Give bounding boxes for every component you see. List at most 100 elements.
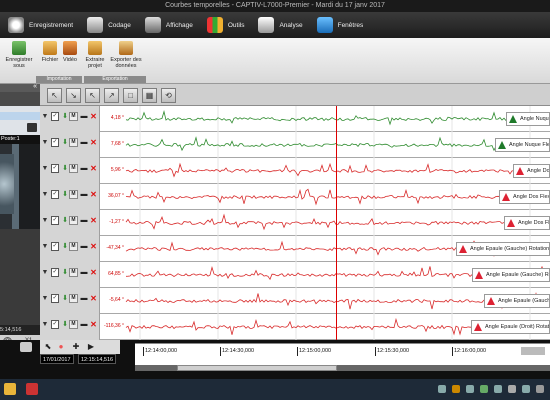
track-download-icon[interactable]: ⬇ xyxy=(61,216,69,225)
add-marker-icon[interactable]: ✚ xyxy=(71,342,81,352)
menu-analyse[interactable]: Analyse xyxy=(250,12,308,38)
collapse-panel-button[interactable]: « xyxy=(33,83,37,90)
track-expand-icon[interactable]: ▼ xyxy=(41,190,49,199)
track-minimize-icon[interactable]: ▬ xyxy=(80,112,88,121)
track-row[interactable]: ▼✓⬇M▬✕ 7,68 ° Angle Nuque Flexion xyxy=(40,132,550,158)
track-checkbox[interactable]: ✓ xyxy=(51,190,59,199)
menu-codage[interactable]: Codage xyxy=(79,12,137,38)
track-checkbox[interactable]: ✓ xyxy=(51,268,59,277)
track-minimize-icon[interactable]: ▬ xyxy=(80,294,88,303)
track-label[interactable]: Angle Epaule (Droit) Rotation xyxy=(471,320,550,334)
track-download-icon[interactable]: ⬇ xyxy=(61,242,69,251)
track-expand-icon[interactable]: ▼ xyxy=(41,320,49,329)
frame-tool-icon[interactable]: □ xyxy=(123,88,138,103)
tray-icon[interactable] xyxy=(466,385,474,393)
refresh-tool-icon[interactable]: ⟲ xyxy=(161,88,176,103)
track-checkbox[interactable]: ✓ xyxy=(51,216,59,225)
track-expand-icon[interactable]: ▼ xyxy=(41,268,49,277)
track-menu-button[interactable]: M xyxy=(69,268,78,277)
track-row[interactable]: ▼ ✓ ⬇ M ▬ ✕ -116,36 ° Angle Epaule (Droit) Rota… xyxy=(40,314,550,340)
track-remove-icon[interactable]: ✕ xyxy=(89,164,98,173)
track-row[interactable]: ▼✓⬇M▬✕ -5,64 ° Angle Epaule (Gauche) Abduc… xyxy=(40,288,550,314)
track-expand-icon[interactable]: ▼ xyxy=(41,242,49,251)
track-download-icon[interactable]: ⬇ xyxy=(61,268,69,277)
arrow-tool-3-icon[interactable]: ↖ xyxy=(85,88,100,103)
track-row[interactable]: ▼✓⬇M▬✕ 36,07 ° Angle Dos Flexion xyxy=(40,184,550,210)
tray-icon[interactable] xyxy=(452,385,460,393)
track-menu-button[interactable]: M xyxy=(69,294,78,303)
track-download-icon[interactable]: ⬇ xyxy=(61,190,69,199)
track-row[interactable]: ▼✓⬇M▬✕ 64,85 ° Angle Epaule (Gauche) Rotat… xyxy=(40,262,550,288)
track-row[interactable]: ▼✓⬇M▬✕ 5,96 ° Angle Dos Flexion xyxy=(40,158,550,184)
track-menu-button[interactable]: M xyxy=(69,320,78,329)
track-minimize-icon[interactable]: ▬ xyxy=(80,138,88,147)
folder-icon[interactable] xyxy=(4,383,16,395)
menu-fenetres[interactable]: Fenêtres xyxy=(309,12,370,38)
track-label[interactable]: Angle Dos Flexion xyxy=(499,190,550,204)
track-remove-icon[interactable]: ✕ xyxy=(89,112,98,121)
track-expand-icon[interactable]: ▼ xyxy=(41,138,49,147)
app-icon[interactable] xyxy=(26,383,38,395)
track-menu-button[interactable]: M xyxy=(69,190,78,199)
track-remove-icon[interactable]: ✕ xyxy=(89,190,98,199)
tray-icon[interactable] xyxy=(494,385,502,393)
track-checkbox[interactable]: ✓ xyxy=(51,138,59,147)
export-data-button[interactable]: Exporter des données xyxy=(108,41,144,69)
track-download-icon[interactable]: ⬇ xyxy=(61,294,69,303)
track-remove-icon[interactable]: ✕ xyxy=(89,138,98,147)
track-remove-icon[interactable]: ✕ xyxy=(89,294,98,303)
tray-icon[interactable] xyxy=(522,385,530,393)
track-remove-icon[interactable]: ✕ xyxy=(89,320,98,329)
track-minimize-icon[interactable]: ▬ xyxy=(80,320,88,329)
track-label[interactable]: Angle Epaule (Gauche) Rotation xyxy=(472,268,550,282)
arrow-tool-icon[interactable]: ↖ xyxy=(47,88,62,103)
track-expand-icon[interactable]: ▼ xyxy=(41,164,49,173)
play-icon[interactable]: ▶ xyxy=(86,342,96,352)
extract-project-button[interactable]: Extraire projet xyxy=(82,41,108,69)
time-axis[interactable]: 12:14:00,000 12:14:30,000 12:15:00,000 1… xyxy=(135,343,550,365)
tray-icon[interactable] xyxy=(438,385,446,393)
track-checkbox[interactable]: ✓ xyxy=(51,320,59,329)
track-label[interactable]: Angle Epaule (Gauche) Rotation xyxy=(456,242,550,256)
track-remove-icon[interactable]: ✕ xyxy=(89,242,98,251)
cursor-tool-icon[interactable]: ⬉ xyxy=(43,342,53,352)
track-row[interactable]: ▼✓⬇M▬✕ -1,27 ° Angle Dos Flexion xyxy=(40,210,550,236)
track-remove-icon[interactable]: ✕ xyxy=(89,268,98,277)
track-checkbox[interactable]: ✓ xyxy=(51,294,59,303)
track-download-icon[interactable]: ⬇ xyxy=(61,112,69,121)
track-label[interactable]: Angle Nuque Flexion xyxy=(506,112,550,126)
track-label[interactable]: Angle Epaule (Gauche) Abduction xyxy=(484,294,550,308)
track-row[interactable]: ▼ ✓ ⬇ M ▬ ✕ -47,34 ° Angle Epaule (Gauche) Rota… xyxy=(40,236,550,262)
track-minimize-icon[interactable]: ▬ xyxy=(80,216,88,225)
tray-icon[interactable] xyxy=(508,385,516,393)
camera-icon[interactable] xyxy=(20,342,32,352)
track-menu-button[interactable]: M xyxy=(69,112,78,121)
time-cursor[interactable] xyxy=(336,106,337,340)
track-label[interactable]: Angle Nuque Flexion xyxy=(495,138,550,152)
arrow-tool-2-icon[interactable]: ↘ xyxy=(66,88,81,103)
menu-outils[interactable]: Outils xyxy=(199,12,251,38)
grid-tool-icon[interactable]: ▦ xyxy=(142,88,157,103)
marker-icon[interactable]: ● xyxy=(56,342,66,352)
track-remove-icon[interactable]: ✕ xyxy=(89,216,98,225)
arrow-tool-4-icon[interactable]: ↗ xyxy=(104,88,119,103)
menu-enregistrement[interactable]: Enregistrement xyxy=(0,12,79,38)
video-preview[interactable] xyxy=(0,144,40,229)
tray-icon[interactable] xyxy=(536,385,544,393)
track-expand-icon[interactable]: ▼ xyxy=(41,216,49,225)
track-minimize-icon[interactable]: ▬ xyxy=(80,268,88,277)
track-checkbox[interactable]: ✓ xyxy=(51,164,59,173)
track-minimize-icon[interactable]: ▬ xyxy=(80,242,88,251)
track-checkbox[interactable]: ✓ xyxy=(51,112,59,121)
scrollbar-thumb[interactable] xyxy=(177,365,337,371)
track-download-icon[interactable]: ⬇ xyxy=(61,320,69,329)
track-menu-button[interactable]: M xyxy=(69,216,78,225)
timeline-scrollbar[interactable] xyxy=(135,365,550,371)
track-menu-button[interactable]: M xyxy=(69,164,78,173)
track-download-icon[interactable]: ⬇ xyxy=(61,164,69,173)
track-menu-button[interactable]: M xyxy=(69,242,78,251)
track-label[interactable]: Angle Dos Flexion xyxy=(504,216,550,230)
track-expand-icon[interactable]: ▼ xyxy=(41,294,49,303)
track-row[interactable]: ▼✓⬇M▬✕ 4,18 ° Angle Nuque Flexion xyxy=(40,106,550,132)
panel-item-selected[interactable] xyxy=(0,112,40,120)
